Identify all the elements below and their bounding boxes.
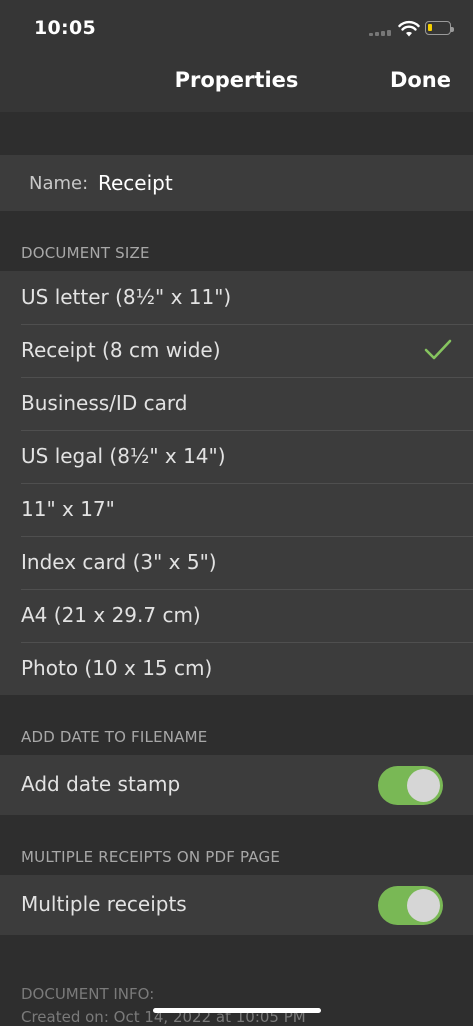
battery-icon xyxy=(425,21,454,35)
size-option-us-letter[interactable]: US letter (8½" x 11") xyxy=(0,271,473,324)
cellular-signal-icon xyxy=(369,30,391,36)
name-field[interactable]: Name: Receipt xyxy=(0,155,473,211)
multiple-receipts-row: Multiple receipts xyxy=(0,875,473,935)
multiple-receipts-toggle[interactable] xyxy=(378,886,443,925)
checkmark-icon xyxy=(424,339,452,360)
size-option-label: A4 (21 x 29.7 cm) xyxy=(21,603,201,627)
name-input[interactable]: Receipt xyxy=(98,171,173,195)
date-stamp-toggle[interactable] xyxy=(378,766,443,805)
document-size-header: DOCUMENT SIZE xyxy=(21,244,150,262)
name-label: Name: xyxy=(29,173,89,194)
document-size-list: US letter (8½" x 11") Receipt (8 cm wide… xyxy=(0,271,473,695)
size-option-photo[interactable]: Photo (10 x 15 cm) xyxy=(0,642,473,695)
date-stamp-row: Add date stamp xyxy=(0,755,473,815)
size-option-receipt[interactable]: Receipt (8 cm wide) xyxy=(0,324,473,377)
size-option-label: Photo (10 x 15 cm) xyxy=(21,656,213,680)
document-info-header: DOCUMENT INFO: xyxy=(21,985,155,1003)
size-option-11x17[interactable]: 11" x 17" xyxy=(0,483,473,536)
size-option-us-legal[interactable]: US legal (8½" x 14") xyxy=(0,430,473,483)
date-stamp-label: Add date stamp xyxy=(21,772,181,796)
toggle-knob xyxy=(407,889,440,922)
status-time: 10:05 xyxy=(34,17,96,39)
multiple-receipts-header: MULTIPLE RECEIPTS ON PDF PAGE xyxy=(21,848,280,866)
size-option-label: US letter (8½" x 11") xyxy=(21,285,232,309)
wifi-icon xyxy=(398,20,420,37)
size-option-label: Receipt (8 cm wide) xyxy=(21,338,221,362)
size-option-label: Index card (3" x 5") xyxy=(21,550,217,574)
size-option-a4[interactable]: A4 (21 x 29.7 cm) xyxy=(0,589,473,642)
size-option-index-card[interactable]: Index card (3" x 5") xyxy=(0,536,473,589)
size-option-label: 11" x 17" xyxy=(21,497,115,521)
size-option-label: US legal (8½" x 14") xyxy=(21,444,226,468)
size-option-label: Business/ID card xyxy=(21,391,188,415)
done-button[interactable]: Done xyxy=(390,68,451,92)
size-option-business-card[interactable]: Business/ID card xyxy=(0,377,473,430)
date-section-header: ADD DATE TO FILENAME xyxy=(21,728,208,746)
multiple-receipts-label: Multiple receipts xyxy=(21,892,187,916)
home-indicator[interactable] xyxy=(153,1008,321,1013)
nav-bar: 10:05 Properties Done xyxy=(0,0,473,112)
toggle-knob xyxy=(407,769,440,802)
